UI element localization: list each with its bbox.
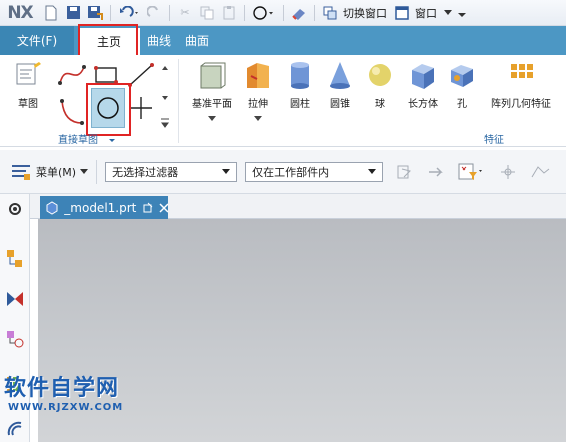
save-all-icon[interactable] [86, 4, 104, 22]
direct-sketch-group-label: 直接草图 [58, 135, 98, 146]
highlight-box-home-tab [78, 24, 138, 57]
part-file-icon [46, 200, 58, 215]
gallery-more-icon[interactable] [160, 117, 170, 129]
watermark-title: 软件自学网 [4, 376, 120, 401]
pattern-geometry-label: 阵列几何特征 [491, 99, 551, 110]
close-icon[interactable] [159, 202, 168, 213]
cone-button[interactable]: 圆锥 [322, 59, 358, 110]
block-button[interactable]: 长方体 [402, 59, 444, 110]
cone-icon [325, 59, 355, 91]
pattern-geometry-button[interactable]: 阵列几何特征 [482, 59, 560, 110]
new-file-icon[interactable] [42, 4, 60, 22]
document-tab[interactable]: _model1.prt [40, 196, 168, 219]
sphere-button[interactable]: 球 [362, 59, 398, 110]
circle-icon[interactable] [251, 4, 277, 22]
feature-group-label: 特征 [484, 135, 504, 146]
switch-window-label[interactable]: 切换窗口 [343, 5, 387, 21]
extrude-label: 拉伸 [248, 99, 268, 110]
selection-scope-dropdown[interactable]: 仅在工作部件内 [245, 161, 384, 182]
switch-window-icon[interactable] [321, 4, 339, 22]
sphere-label: 球 [375, 99, 385, 110]
part-navigator-icon[interactable] [4, 328, 26, 350]
snap-point-icon[interactable] [497, 162, 519, 182]
datum-plane-button[interactable]: 基准平面 [186, 59, 238, 122]
copy-icon[interactable] [198, 4, 216, 22]
window-icon[interactable] [393, 4, 411, 22]
chevron-down-icon [80, 168, 89, 174]
customize-icon[interactable] [457, 4, 467, 22]
toolbar-separator [244, 4, 245, 21]
quick-access-toolbar: NX ✂ 切换窗口 窗口 [0, 0, 566, 26]
toolbar-separator [283, 4, 284, 21]
toolbar-separator [96, 159, 98, 184]
sketch-icon [13, 59, 43, 91]
chevron-down-icon [222, 168, 231, 174]
save-icon[interactable] [64, 4, 82, 22]
chevron-down-icon[interactable] [443, 4, 453, 22]
gallery-scroll-down-icon[interactable] [160, 93, 170, 103]
spline-icon[interactable] [56, 61, 88, 89]
hole-icon [447, 59, 477, 91]
hole-label: 孔 [457, 99, 467, 110]
eraser-icon[interactable] [290, 4, 308, 22]
tab-curve[interactable]: 曲线 [140, 26, 178, 55]
menu-button[interactable]: 菜单(M) [10, 162, 89, 182]
group-separator [178, 59, 179, 143]
document-tab-label: _model1.prt [64, 200, 137, 215]
document-tab-strip: _model1.prt [30, 194, 566, 219]
datum-plane-icon [197, 59, 227, 91]
block-label: 长方体 [408, 99, 438, 110]
type-filter-dropdown[interactable]: 无选择过滤器 [105, 161, 238, 182]
extrude-icon [243, 59, 273, 91]
ribbon-panel: 草图 直接草图 基准平面 拉伸 圆柱 圆锥 球 长方体 孔 阵列几何特征 特征 [0, 55, 566, 147]
watermark-url: WWW.RJZXW.COM [8, 402, 124, 413]
cut-icon[interactable]: ✂ [176, 4, 194, 22]
pin-icon[interactable] [142, 202, 153, 214]
highlight-box-circle [86, 83, 131, 136]
intent-icon[interactable] [425, 162, 447, 182]
cone-label: 圆锥 [330, 99, 350, 110]
hole-button[interactable]: 孔 [446, 59, 478, 110]
sketch-button[interactable]: 草图 [8, 59, 48, 110]
assembly-navigator-icon[interactable] [4, 248, 26, 270]
chevron-down-icon[interactable] [254, 116, 262, 122]
cylinder-label: 圆柱 [290, 99, 310, 110]
menu-label: 菜单(M) [36, 165, 77, 179]
datum-plane-label: 基准平面 [192, 99, 232, 110]
watermark: 软件自学网 WWW.RJZXW.COM [4, 370, 123, 413]
window-menu-label[interactable]: 窗口 [415, 5, 437, 21]
tab-surface[interactable]: 曲面 [178, 26, 216, 55]
menu-icon [12, 164, 30, 180]
extrude-button[interactable]: 拉伸 [240, 59, 276, 122]
undo-icon[interactable] [117, 4, 141, 22]
group-expand-icon[interactable] [108, 135, 116, 143]
settings-icon[interactable] [4, 198, 26, 220]
toolbar-separator [314, 4, 315, 21]
history-icon[interactable] [4, 418, 26, 440]
chevron-down-icon [368, 168, 377, 174]
toolbar-separator [110, 4, 111, 21]
point-icon[interactable] [128, 93, 154, 123]
tab-file[interactable]: 文件(F) [0, 26, 74, 55]
chevron-down-icon[interactable] [208, 116, 216, 122]
nx-logo: NX [7, 2, 33, 23]
toolbar-separator [169, 4, 170, 21]
snap-icon[interactable] [393, 162, 415, 182]
paste-icon[interactable] [220, 4, 238, 22]
redo-icon[interactable] [145, 4, 163, 22]
gallery-scroll-up-icon[interactable] [160, 63, 170, 73]
sketch-label: 草图 [18, 99, 38, 110]
snap-settings-icon[interactable] [529, 162, 551, 182]
constraint-navigator-icon[interactable] [4, 288, 26, 310]
type-filter-value: 无选择过滤器 [112, 165, 179, 179]
filter-icon[interactable] [457, 162, 487, 182]
cylinder-icon [285, 59, 315, 91]
pattern-geometry-icon [506, 59, 536, 91]
selection-scope-value: 仅在工作部件内 [252, 165, 330, 179]
cylinder-button[interactable]: 圆柱 [282, 59, 318, 110]
block-icon [408, 59, 438, 91]
sphere-icon [365, 59, 395, 91]
arc-icon[interactable] [56, 95, 88, 129]
selection-bar: 菜单(M) 无选择过滤器 仅在工作部件内 [0, 150, 566, 194]
